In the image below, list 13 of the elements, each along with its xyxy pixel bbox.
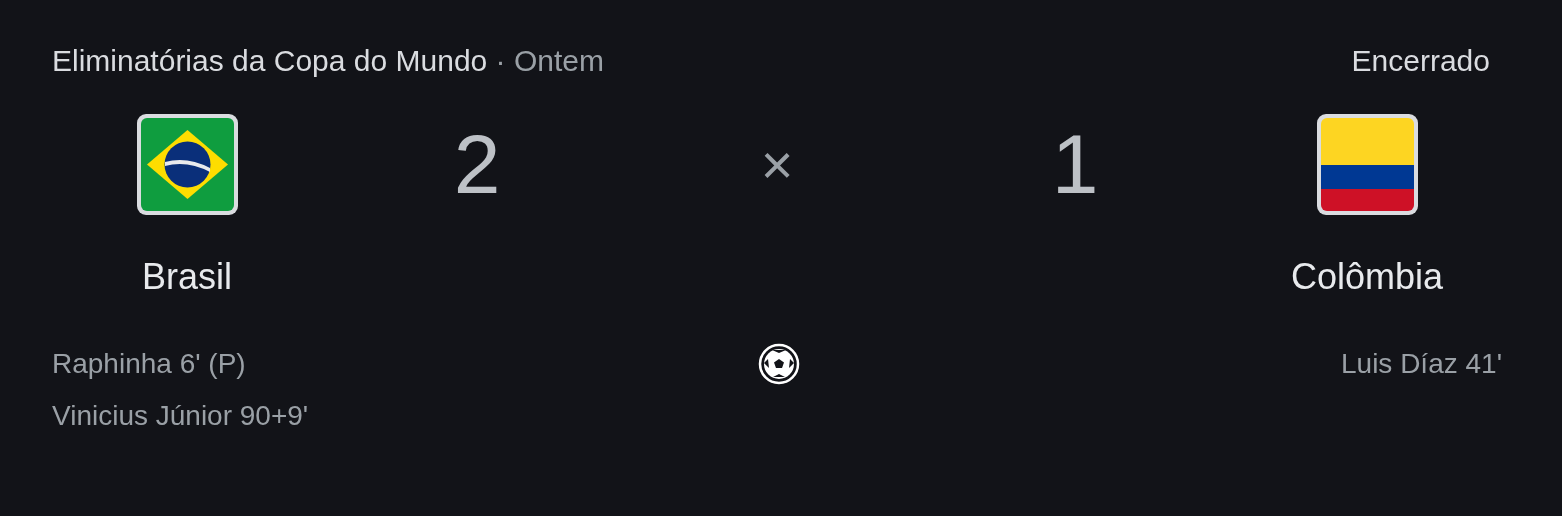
match-info: Eliminatórias da Copa do Mundo · Ontem [52, 44, 604, 78]
goal-scorer: Luis Díaz 41' [1341, 347, 1502, 381]
team-name: Brasil [142, 255, 232, 299]
score: 1 [1051, 116, 1099, 213]
score-separator: × [760, 132, 794, 198]
flag-icon [1314, 112, 1420, 217]
goal-scorer: Vinicius Júnior 90+9' [52, 399, 310, 433]
soccer-ball-icon [758, 343, 800, 385]
team-name: Colômbia [1290, 255, 1444, 299]
flag-icon [134, 112, 240, 217]
score: 2 [453, 116, 501, 213]
match-status: Encerrado [1351, 44, 1490, 78]
goal-scorer: Raphinha 6' (P) [52, 347, 247, 381]
